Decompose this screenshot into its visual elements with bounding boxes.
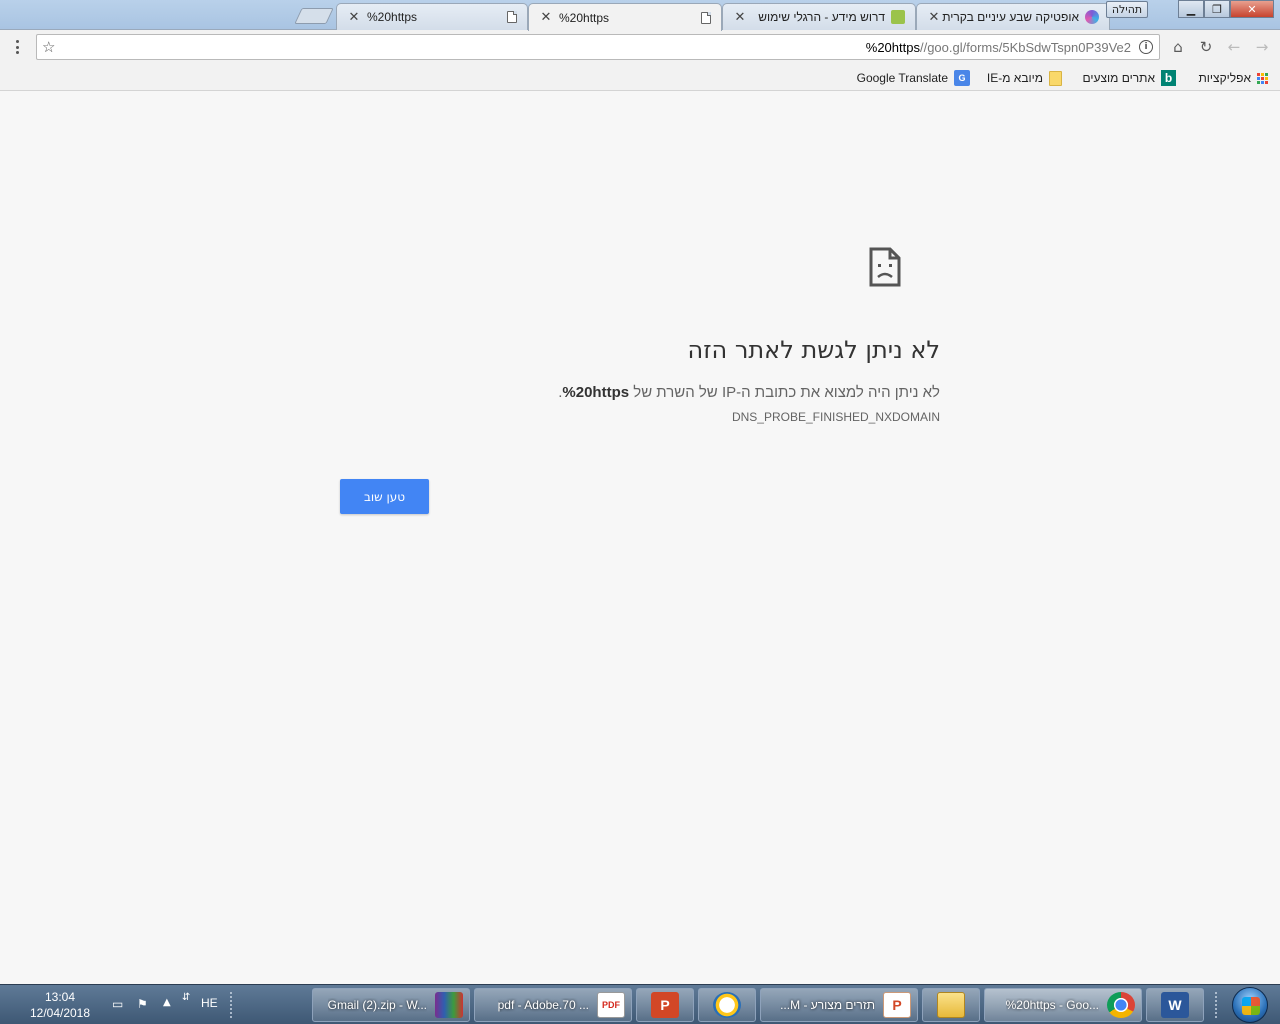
tab-3[interactable]: ✕ דרוש מידע - הרגלי שימוש bbox=[722, 3, 916, 30]
ime-icon[interactable]: ⇵ bbox=[182, 992, 190, 1003]
url-text: %20https//goo.gl/forms/5KbSdwTspn0P39Ve2 bbox=[866, 40, 1131, 55]
maximize-button[interactable]: ❐ bbox=[1204, 0, 1230, 18]
powerpoint-doc-icon: P bbox=[883, 992, 911, 1018]
error-code: DNS_PROBE_FINISHED_NXDOMAIN bbox=[731, 410, 940, 424]
menu-dots-icon[interactable] bbox=[10, 38, 24, 56]
tab-close-icon[interactable]: ✕ bbox=[347, 10, 361, 25]
clock-app-icon bbox=[713, 992, 741, 1018]
system-clock[interactable]: 13:04 12/04/2018 bbox=[22, 989, 98, 1021]
taskbar-grip[interactable] bbox=[1214, 991, 1218, 1019]
error-description: לא ניתן היה למצוא את כתובת ה-IP של השרת … bbox=[558, 384, 940, 401]
taskbar-item-explorer[interactable] bbox=[922, 988, 980, 1022]
butterfly-favicon-icon bbox=[1085, 10, 1099, 24]
tab-close-icon[interactable]: ✕ bbox=[539, 10, 553, 25]
bookmark-label: מיובא מ-IE bbox=[986, 71, 1043, 85]
minimize-button[interactable]: ▁ bbox=[1178, 0, 1204, 18]
show-hidden-icons-icon[interactable]: ▲ bbox=[163, 997, 171, 1008]
apps-grid-icon bbox=[1257, 72, 1268, 84]
bookmark-label: אפליקציות bbox=[1198, 71, 1251, 85]
bookmarks-bar: אפליקציות אתרים מוצעים b מיובא מ-IE Goog… bbox=[0, 64, 1280, 91]
winrar-icon bbox=[435, 992, 463, 1018]
forward-icon[interactable]: ← bbox=[1223, 36, 1245, 58]
home-icon[interactable]: ⌂ bbox=[1167, 36, 1189, 58]
tab-close-icon[interactable]: ✕ bbox=[927, 10, 941, 25]
tab-strip: ✕ %20https ✕ %20https ✕ דרוש מידע - הרגל… bbox=[0, 0, 1280, 31]
bookmark-suggested-sites[interactable]: אתרים מוצעים b bbox=[1082, 68, 1176, 88]
taskbar-item-chrome[interactable]: %20https - Goo... bbox=[984, 988, 1142, 1022]
bookmark-apps[interactable]: אפליקציות bbox=[1199, 68, 1268, 88]
tab-title: %20https bbox=[559, 10, 610, 25]
bookmark-imported-ie[interactable]: מיובא מ-IE bbox=[987, 68, 1062, 88]
bookmark-star-icon[interactable]: ☆ bbox=[42, 38, 55, 56]
network-icon[interactable]: ▭ bbox=[112, 997, 123, 1011]
address-bar[interactable]: ☆ %20https//goo.gl/forms/5KbSdwTspn0P39V… bbox=[36, 34, 1160, 60]
bookmark-label: Google Translate bbox=[856, 71, 948, 85]
language-indicator[interactable]: HE bbox=[201, 996, 218, 1010]
tab-2-active[interactable]: ✕ %20https bbox=[528, 3, 722, 31]
action-center-flag-icon[interactable]: ⚑ bbox=[137, 997, 148, 1011]
error-title: לא ניתן לגשת לאתר הזה bbox=[687, 336, 940, 364]
taskbar-item-label: pdf - Adobe.70 ... bbox=[497, 998, 589, 1012]
taskbar-item-word[interactable]: W bbox=[1146, 988, 1204, 1022]
tab-title: דרוש מידע - הרגלי שימוש bbox=[758, 10, 885, 24]
site-info-icon[interactable]: i bbox=[1139, 40, 1153, 54]
error-desc-text: לא ניתן היה למצוא את כתובת ה-IP של השרת … bbox=[629, 384, 940, 401]
close-button[interactable]: ✕ bbox=[1230, 0, 1274, 18]
error-host: %20https bbox=[562, 384, 630, 401]
sad-document-icon bbox=[869, 247, 901, 287]
url-host: %20https bbox=[865, 40, 920, 55]
folder-icon bbox=[1049, 70, 1062, 86]
bing-icon: b bbox=[1161, 70, 1176, 86]
taskbar-item-winrar[interactable]: Gmail (2).zip - W... bbox=[312, 988, 470, 1022]
chrome-icon bbox=[1107, 992, 1135, 1018]
start-button[interactable] bbox=[1232, 987, 1268, 1023]
green-favicon-icon bbox=[891, 10, 905, 24]
window-controls: ▁ ❐ ✕ bbox=[1178, 0, 1274, 18]
reload-button[interactable]: טען שוב bbox=[340, 479, 429, 514]
back-icon[interactable]: → bbox=[1251, 36, 1273, 58]
tab-close-icon[interactable]: ✕ bbox=[733, 10, 747, 25]
taskbar-item-powerpoint-doc[interactable]: תזרים מצורע - M... P bbox=[760, 988, 918, 1022]
error-page: לא ניתן לגשת לאתר הזה לא ניתן היה למצוא … bbox=[0, 92, 1280, 984]
clock-date: 12/04/2018 bbox=[29, 1006, 91, 1020]
tab-title: אופטיקה שבע עיניים בקרית bbox=[942, 10, 1079, 24]
tab-4[interactable]: ✕ אופטיקה שבע עיניים בקרית bbox=[916, 3, 1110, 30]
page-icon bbox=[507, 11, 517, 23]
pdf-icon: PDF bbox=[597, 992, 625, 1018]
powerpoint-icon: P bbox=[651, 992, 679, 1018]
taskbar-item-clock-app[interactable] bbox=[698, 988, 756, 1022]
bookmark-google-translate[interactable]: Google Translate G bbox=[857, 68, 970, 88]
taskbar-item-label: Gmail (2).zip - W... bbox=[327, 998, 427, 1012]
taskbar-grip[interactable] bbox=[229, 991, 233, 1019]
taskbar-item-label: %20https - Goo... bbox=[1005, 998, 1099, 1012]
url-path: //goo.gl/forms/5KbSdwTspn0P39Ve2 bbox=[919, 40, 1131, 55]
tab-1[interactable]: ✕ %20https bbox=[336, 3, 528, 30]
explorer-icon bbox=[937, 992, 965, 1018]
taskbar-item-label: תזרים מצורע - M... bbox=[780, 998, 875, 1012]
taskbar: 13:04 12/04/2018 ▭ ⚑ ▲ ⇵ HE Gmail (2).zi… bbox=[0, 984, 1280, 1024]
new-tab-button[interactable] bbox=[294, 8, 334, 24]
help-button[interactable]: תהילה bbox=[1106, 1, 1148, 18]
taskbar-item-powerpoint[interactable]: P bbox=[636, 988, 694, 1022]
google-translate-icon: G bbox=[954, 70, 970, 86]
word-icon: W bbox=[1161, 992, 1189, 1018]
clock-time: 13:04 bbox=[44, 990, 76, 1004]
taskbar-item-adobe[interactable]: pdf - Adobe.70 ... PDF bbox=[474, 988, 632, 1022]
bookmark-label: אתרים מוצעים bbox=[1082, 71, 1156, 85]
reload-icon[interactable]: ↻ bbox=[1195, 36, 1217, 58]
tab-title: %20https bbox=[367, 10, 418, 24]
page-icon bbox=[701, 11, 711, 24]
toolbar: ☆ %20https//goo.gl/forms/5KbSdwTspn0P39V… bbox=[0, 30, 1280, 64]
